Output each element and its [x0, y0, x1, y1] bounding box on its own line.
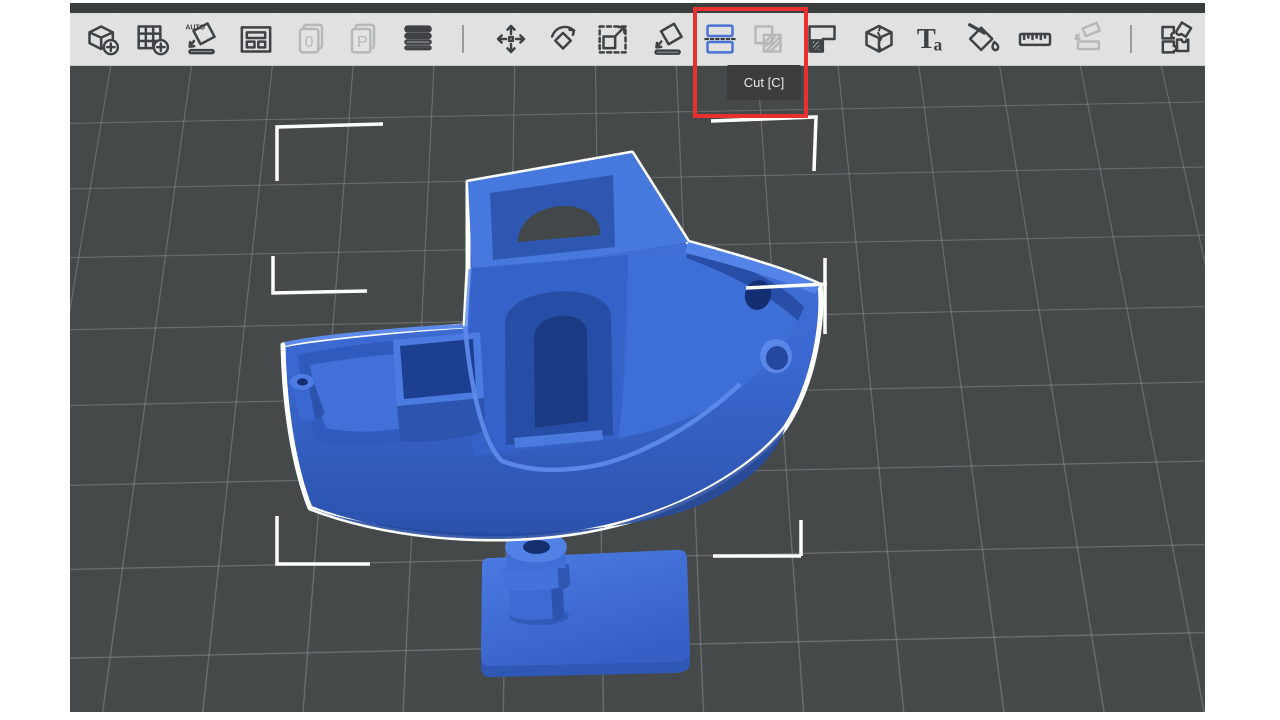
- add-plate-icon: [132, 19, 172, 59]
- cut-tooltip-text: Cut [C]: [744, 75, 784, 90]
- cut-tooltip: Cut [C]: [727, 65, 801, 100]
- scale-icon: [593, 19, 633, 59]
- rotate-icon: [543, 19, 583, 59]
- variable-layer-height-button[interactable]: [395, 16, 441, 62]
- text-tool-icon: T a: [911, 19, 951, 59]
- toolbar-separator-2: [1130, 25, 1132, 53]
- measure-icon: [1015, 19, 1055, 59]
- document-0-button[interactable]: 0: [289, 16, 335, 62]
- color-painting-button[interactable]: [960, 16, 1006, 62]
- toolbar-separator-1: [462, 25, 464, 53]
- variable-layer-height-icon: [398, 19, 438, 59]
- svg-text:P: P: [357, 34, 368, 51]
- add-object-button[interactable]: [79, 16, 125, 62]
- svg-text:0: 0: [305, 34, 314, 51]
- assembly-button[interactable]: [1065, 16, 1111, 62]
- seam-painting-button[interactable]: [856, 16, 902, 62]
- auto-orient-icon: AUTO: [182, 19, 222, 59]
- window-top-strip: [70, 3, 1205, 13]
- puzzle-split-icon: [1155, 19, 1195, 59]
- cut-piece-chimney: [503, 532, 570, 622]
- lay-on-face-icon: [648, 19, 688, 59]
- selected-model-benchy[interactable]: [283, 153, 821, 539]
- rotate-button[interactable]: [540, 16, 586, 62]
- support-painting-icon: [802, 19, 842, 59]
- text-tool-button[interactable]: T a: [908, 16, 954, 62]
- arrange-icon: [236, 19, 276, 59]
- move-icon: [491, 19, 531, 59]
- 3d-viewport[interactable]: [70, 13, 1205, 712]
- puzzle-split-button[interactable]: [1152, 16, 1198, 62]
- support-painting-button[interactable]: [799, 16, 845, 62]
- auto-orient-button[interactable]: AUTO: [179, 16, 225, 62]
- cut-piece-object[interactable]: [481, 532, 690, 678]
- mesh-boolean-button[interactable]: [745, 16, 791, 62]
- viewport-scene: [70, 13, 1205, 712]
- color-painting-icon: [963, 19, 1003, 59]
- document-p-button[interactable]: P: [341, 16, 387, 62]
- slicer-app-window: AUTO 0 P: [70, 3, 1205, 712]
- add-object-icon: [82, 19, 122, 59]
- cut-icon: [700, 19, 740, 59]
- scale-button[interactable]: [590, 16, 636, 62]
- document-p-icon: P: [344, 19, 384, 59]
- arrange-button[interactable]: [233, 16, 279, 62]
- document-0-icon: 0: [292, 19, 332, 59]
- main-toolbar: AUTO 0 P: [70, 13, 1205, 66]
- add-plate-button[interactable]: [129, 16, 175, 62]
- cut-button[interactable]: [697, 16, 743, 62]
- seam-painting-icon: [859, 19, 899, 59]
- move-button[interactable]: [488, 16, 534, 62]
- svg-text:a: a: [934, 35, 943, 55]
- mesh-boolean-icon: [748, 19, 788, 59]
- assembly-icon: [1068, 19, 1108, 59]
- lay-on-face-button[interactable]: [645, 16, 691, 62]
- measure-button[interactable]: [1012, 16, 1058, 62]
